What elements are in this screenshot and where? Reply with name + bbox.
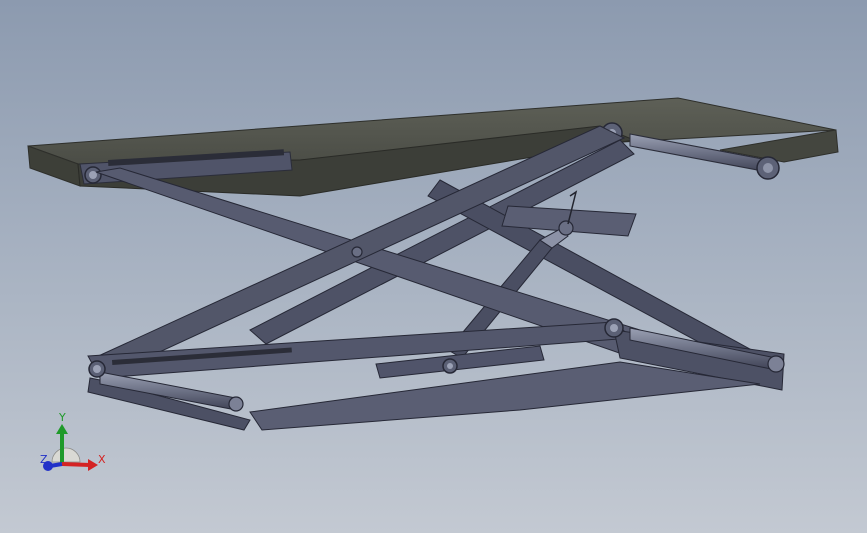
top-left-pin-hub [89, 171, 97, 179]
top-right-bushing-hub [763, 163, 773, 173]
cad-graphics-viewport[interactable]: Y X Z [0, 0, 867, 533]
triad-x-label: X [98, 453, 106, 466]
y-axis-arrowhead [56, 424, 68, 434]
center-pivot-pin [351, 246, 363, 258]
base-left-rod-end [228, 396, 244, 412]
base-right-rod-end [767, 355, 785, 373]
triad-z-label: Z [40, 453, 48, 466]
triad-base-dome [51, 447, 81, 463]
base-right-pivot-pin-hub [610, 324, 618, 332]
base-rear-rail [249, 361, 761, 431]
x-axis-arrow [61, 462, 91, 467]
base-mid-pin-hub [447, 363, 453, 369]
triad-y-label: Y [58, 411, 66, 424]
scissor-lift-model[interactable] [0, 0, 867, 533]
view-orientation-triad[interactable]: Y X Z [34, 408, 114, 478]
x-axis-arrowhead [88, 459, 98, 471]
base-left-pin-hub [93, 365, 101, 373]
actuator-upper-pin [558, 220, 574, 236]
